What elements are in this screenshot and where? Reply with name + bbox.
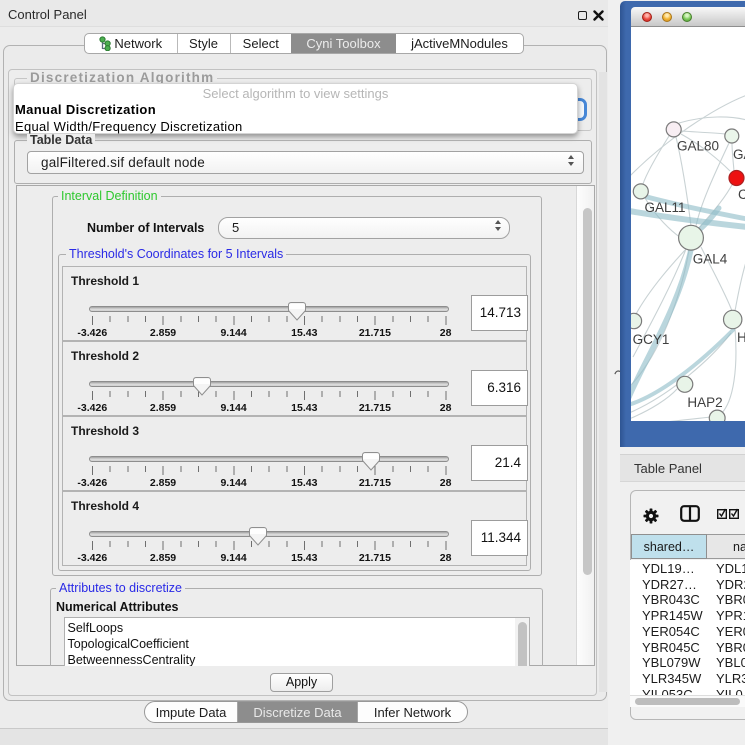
svg-text:GAL: GAL	[733, 147, 745, 162]
svg-text:GCY1: GCY1	[633, 332, 670, 347]
svg-text:HI: HI	[737, 330, 745, 345]
svg-text:C: C	[738, 187, 745, 202]
svg-text:GAL80: GAL80	[677, 139, 719, 154]
svg-text:HAP2: HAP2	[687, 395, 722, 410]
svg-text:GAL4: GAL4	[693, 252, 728, 267]
svg-text:GAL11: GAL11	[644, 200, 685, 215]
